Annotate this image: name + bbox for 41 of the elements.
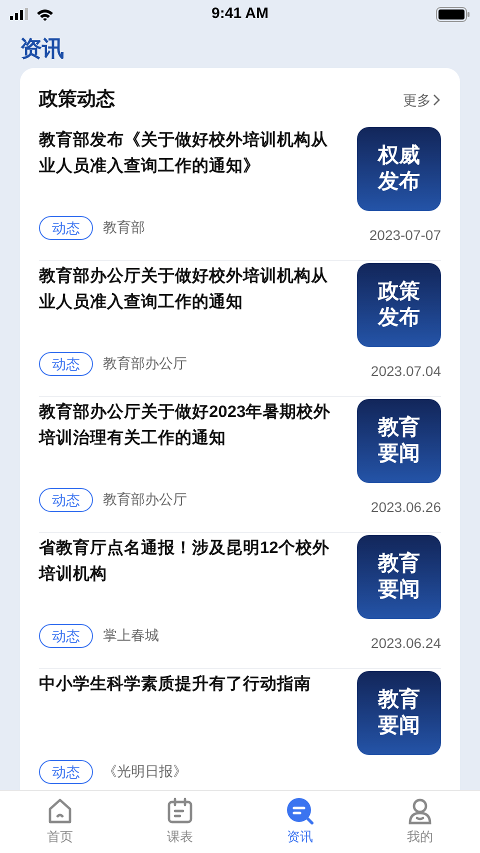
news-date: 2023-07-07 <box>369 226 441 244</box>
news-title: 省教育厅点名通报！涉及昆明12个校外培训机构 <box>39 537 330 584</box>
news-item[interactable]: 教育部办公厅关于做好2023年暑期校外培训治理有关工作的通知 动态 教育部办公厅 教育要闻 2023.06.26 <box>39 396 441 532</box>
news-date: 2023.06.24 <box>370 634 441 652</box>
news-date: 2023.07.04 <box>370 362 441 380</box>
news-tag: 动态 <box>39 760 93 784</box>
news-source: 掌上春城 <box>103 626 159 645</box>
news-tag: 动态 <box>39 216 93 240</box>
news-source: 教育部 <box>103 218 145 237</box>
category-badge: 教育要闻 <box>357 670 441 754</box>
news-tag: 动态 <box>39 624 93 648</box>
news-source: 《光明日报》 <box>103 762 187 781</box>
status-time: 9:41 AM <box>212 4 268 24</box>
section-title: 政策动态 <box>39 88 115 112</box>
news-title: 教育部发布《关于做好校外培训机构从业人员准入查询工作的通知》 <box>39 129 329 176</box>
chat-icon <box>286 797 314 826</box>
news-date: 2023.06.26 <box>370 498 441 516</box>
category-badge: 教育要闻 <box>357 534 441 618</box>
wifi-icon <box>36 8 54 20</box>
news-source: 教育部办公厅 <box>103 490 187 509</box>
news-title: 教育部办公厅关于做好2023年暑期校外培训治理有关工作的通知 <box>39 401 332 448</box>
battery-icon <box>436 6 470 22</box>
category-badge: 权威发布 <box>357 126 441 210</box>
news-title: 教育部办公厅关于做好校外培训机构从业人员准入查询工作的通知 <box>39 265 329 312</box>
news-item[interactable]: 教育部办公厅关于做好校外培训机构从业人员准入查询工作的通知 动态 教育部办公厅 政策发布 2023.07.04 <box>39 260 441 396</box>
news-source: 教育部办公厅 <box>103 354 187 373</box>
more-link[interactable]: 更多 <box>403 90 441 111</box>
category-badge: 政策发布 <box>357 262 441 346</box>
page-title: 资讯 <box>20 34 64 62</box>
news-item[interactable]: 教育部发布《关于做好校外培训机构从业人员准入查询工作的通知》 动态 教育部 权威发布 2023-07-07 <box>39 124 441 260</box>
signal-icon <box>10 8 30 20</box>
calendar-icon <box>166 797 194 826</box>
category-badge: 教育要闻 <box>357 398 441 482</box>
home-icon <box>46 797 74 826</box>
tab-item[interactable]: 资讯 <box>240 791 360 853</box>
news-tag: 动态 <box>39 488 93 512</box>
person-icon <box>406 797 434 826</box>
chevron-right-icon <box>433 94 441 106</box>
news-item[interactable]: 省教育厅点名通报！涉及昆明12个校外培训机构 动态 掌上春城 教育要闻 2023.06.24 <box>39 532 441 668</box>
news-tag: 动态 <box>39 352 93 376</box>
news-title: 中小学生科学素质提升有了行动指南 <box>39 674 312 694</box>
